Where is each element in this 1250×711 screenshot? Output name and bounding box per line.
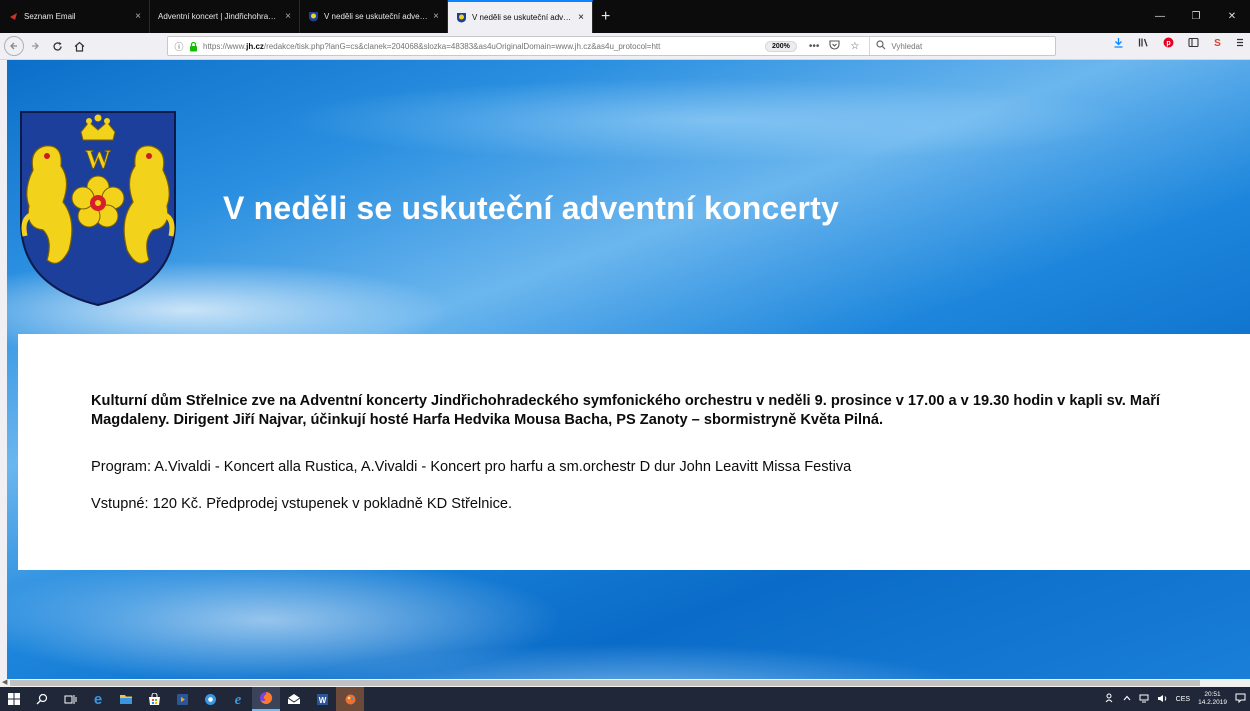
page-actions-menu-icon[interactable]: ••• [809,41,820,52]
svg-text:p: p [1166,40,1170,47]
minimize-button[interactable]: — [1142,11,1178,22]
people-icon[interactable] [1105,693,1115,705]
notifications-icon[interactable] [1235,693,1246,705]
clock-date: 14.2.2019 [1198,699,1227,706]
chevron-up-icon[interactable] [1123,695,1131,703]
svg-text:W: W [318,696,326,705]
tab-seznam-email[interactable]: Seznam Email × [0,0,150,33]
maximize-button[interactable]: ❐ [1178,11,1214,22]
internet-explorer-icon[interactable]: e [224,687,252,711]
windows-taskbar: e e W CES 20:51 14.2.2019 [0,687,1250,711]
system-tray: CES 20:51 14.2.2019 [1105,687,1250,711]
library-icon[interactable] [1138,37,1149,51]
svg-text:W: W [85,145,111,174]
settings-app-icon[interactable] [196,687,224,711]
clock-time: 20:51 [1204,691,1221,698]
horizontal-scrollbar[interactable]: ◀ [0,679,1250,687]
page-actions: ••• ☆ [809,39,859,53]
url-domain: jh.cz [246,41,264,51]
lastpass-icon[interactable]: S [1213,37,1222,51]
svg-text:S: S [1214,38,1221,48]
firefox-icon[interactable] [252,687,280,711]
page-viewport: W V neděli se uskuteční adventní koncert… [7,60,1250,679]
reload-icon[interactable] [46,35,68,57]
article-content: Kulturní dům Střelnice zve na Adventní k… [18,334,1250,570]
paint-icon[interactable] [336,687,364,711]
url-prefix: https://www. [203,41,247,51]
seznam-favicon-icon [8,11,19,22]
tab-close-icon[interactable]: × [135,11,141,22]
media-icon[interactable] [168,687,196,711]
tab-title: Adventní koncert | Jindřichohradec [158,12,281,21]
tab-title: Seznam Email [24,12,76,21]
svg-text:e: e [235,692,242,706]
edge-icon[interactable]: e [84,687,112,711]
bookmark-star-icon[interactable]: ☆ [850,41,859,52]
menu-icon[interactable] [1236,37,1244,51]
pocket-icon[interactable] [829,39,840,53]
language-indicator[interactable]: CES [1176,696,1190,703]
search-placeholder: Vyhledat [891,41,923,51]
zoom-indicator[interactable]: 200% [765,40,797,52]
network-icon[interactable] [1139,694,1149,705]
jh-favicon-icon [308,11,319,22]
tab-close-icon[interactable]: × [433,11,439,22]
tab-close-icon[interactable]: × [285,11,291,22]
tab-adventni-koncert[interactable]: Adventní koncert | Jindřichohradec × [150,0,300,33]
scroll-left-icon[interactable]: ◀ [2,678,7,686]
jh-favicon-icon [456,12,467,23]
toolbar-icons: p S [1113,37,1244,51]
window-edge [0,60,7,679]
article-program: Program: A.Vivaldi - Koncert alla Rustic… [91,459,852,475]
close-window-button[interactable]: ✕ [1214,11,1250,22]
tab-v-nedeli-active[interactable]: V neděli se uskuteční adventní × [448,0,593,33]
scrollbar-thumb[interactable] [10,680,1200,686]
svg-text:e: e [94,692,102,706]
address-bar[interactable]: ⓘ https://www.jh.cz/redakce/tisk.php?lan… [167,36,1056,56]
window-controls: — ❐ ✕ [1142,0,1250,33]
downloads-icon[interactable] [1113,37,1124,51]
home-icon[interactable] [68,35,90,57]
file-explorer-icon[interactable] [112,687,140,711]
windows-start-icon[interactable] [0,687,28,711]
task-view-icon[interactable] [56,687,84,711]
tab-title: V neděli se uskuteční adventní [472,13,574,22]
pinterest-icon[interactable]: p [1163,37,1174,51]
tab-close-icon[interactable]: × [578,12,584,23]
article-lead: Kulturní dům Střelnice zve na Adventní k… [91,393,1160,428]
sidebar-icon[interactable] [1188,37,1199,51]
tab-title: V neděli se uskuteční adventní [324,12,429,21]
clock[interactable]: 20:51 14.2.2019 [1198,691,1227,707]
store-icon[interactable] [140,687,168,711]
new-tab-button[interactable]: + [593,0,618,33]
info-icon[interactable]: ⓘ [172,40,186,53]
article-admission: Vstupné: 120 Kč. Předprodej vstupenek v … [91,496,513,512]
coat-of-arms-logo: W [20,111,176,307]
search-icon [876,40,886,52]
word-icon[interactable]: W [308,687,336,711]
url-text[interactable]: https://www.jh.cz/redakce/tisk.php?lanG=… [203,42,743,51]
search-bar[interactable]: Vyhledat [869,37,1055,55]
tab-v-nedeli-1[interactable]: V neděli se uskuteční adventní × [300,0,448,33]
page-title: V neděli se uskuteční adventní koncerty [223,190,840,226]
lock-icon[interactable] [188,41,199,52]
navigation-toolbar: ⓘ https://www.jh.cz/redakce/tisk.php?lan… [0,33,1250,60]
mail-icon[interactable] [280,687,308,711]
url-path: /redakce/tisk.php?lanG=cs&clanek=204068&… [263,41,661,51]
search-icon[interactable] [28,687,56,711]
forward-arrow-icon[interactable] [24,35,46,57]
back-arrow-icon[interactable] [4,36,24,56]
volume-icon[interactable] [1157,694,1168,705]
tab-strip: Seznam Email × Adventní koncert | Jindři… [0,0,1250,33]
